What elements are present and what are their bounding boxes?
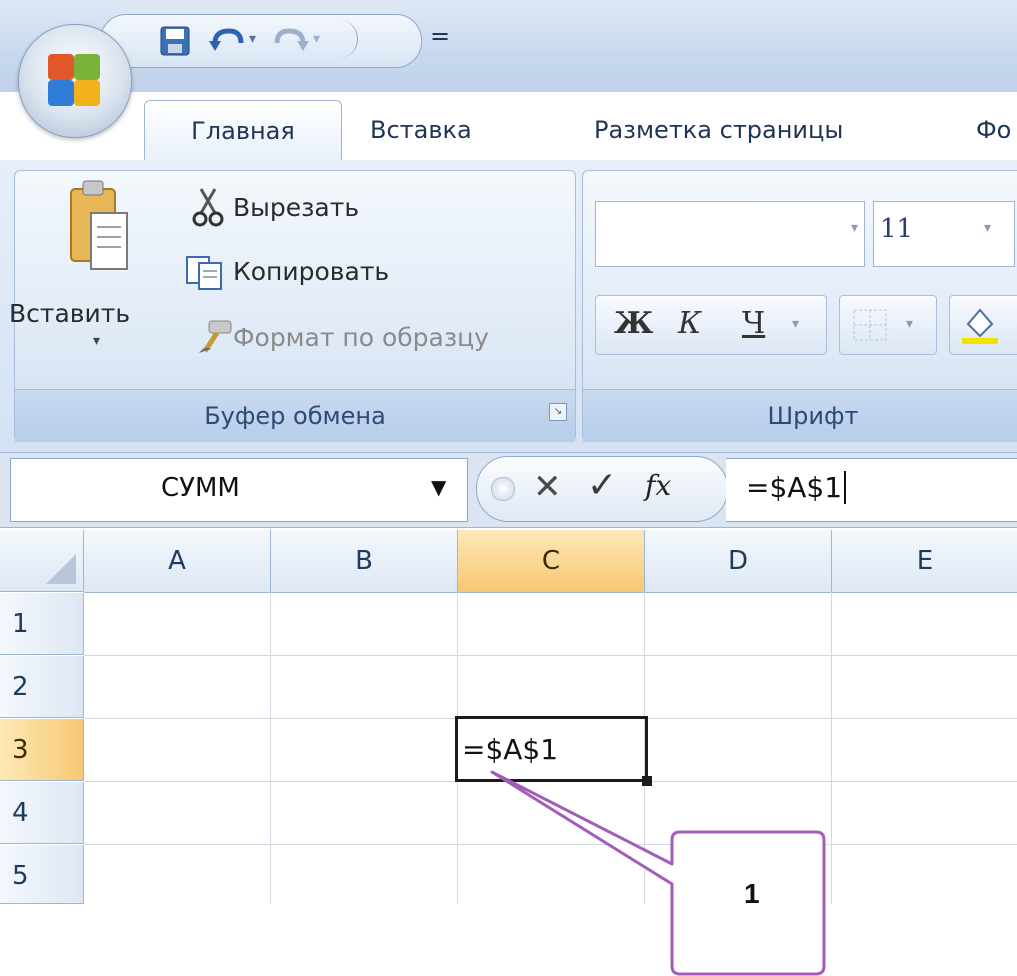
copy-icon: [186, 256, 222, 290]
column-header-a[interactable]: A: [84, 530, 271, 593]
font-size-combo[interactable]: 11 ▾: [873, 201, 1015, 267]
tab-page-layout-label: Разметка страницы: [594, 116, 844, 144]
row-header-5[interactable]: 5: [0, 845, 84, 904]
tab-page-layout[interactable]: Разметка страницы: [594, 100, 914, 160]
undo-dropdown-icon[interactable]: ▾: [249, 31, 256, 47]
cut-button[interactable]: Вырезать: [233, 193, 359, 222]
cancel-entry-icon[interactable]: ✕: [533, 467, 562, 507]
qat-customize-icon[interactable]: =: [430, 22, 450, 50]
underline-button[interactable]: Ч: [742, 306, 765, 341]
undo-icon[interactable]: [209, 25, 245, 57]
copy-button[interactable]: Копировать: [233, 257, 389, 286]
borders-button[interactable]: ▾: [839, 295, 937, 355]
column-header-b[interactable]: B: [271, 530, 458, 593]
name-box-value: СУММ: [161, 473, 240, 503]
office-logo-icon: [48, 54, 100, 106]
column-header-d[interactable]: D: [645, 530, 832, 593]
font-name-dropdown-icon[interactable]: ▾: [851, 220, 858, 236]
row-header-1[interactable]: 1: [0, 593, 84, 655]
name-box[interactable]: СУММ ▼: [10, 458, 468, 522]
formula-buttons: ✕ ✓ fx: [476, 456, 728, 522]
redo-dropdown-icon[interactable]: ▾: [313, 31, 320, 47]
callout-1: [490, 770, 826, 976]
select-all-corner[interactable]: [0, 530, 84, 592]
font-name-combo[interactable]: ▾: [595, 201, 865, 267]
borders-icon: [853, 309, 887, 341]
tab-insert-label: Вставка: [370, 116, 472, 144]
insert-function-icon[interactable]: fx: [645, 469, 671, 502]
tab-formulas[interactable]: Фо: [976, 100, 1017, 160]
formula-bar-handle-icon[interactable]: [491, 477, 515, 501]
row-header-4[interactable]: 4: [0, 782, 84, 844]
formula-input-value: =$A$1: [746, 471, 847, 504]
enter-entry-icon[interactable]: ✓: [587, 465, 617, 506]
font-style-strip: Ж К Ч ▾: [595, 295, 827, 355]
gridline: [270, 592, 271, 904]
select-all-icon: [46, 554, 76, 584]
row-header-2[interactable]: 2: [0, 656, 84, 718]
paste-button-label[interactable]: Вставить: [9, 299, 130, 328]
tab-home-label: Главная: [191, 117, 295, 145]
font-size-dropdown-icon[interactable]: ▾: [984, 220, 991, 236]
formula-input[interactable]: =$A$1: [726, 458, 1017, 522]
column-header-c[interactable]: C: [458, 530, 645, 593]
font-group: ▾ 11 ▾ Ж К Ч ▾ ▾ Шрифт: [582, 170, 1017, 442]
column-header-e[interactable]: E: [832, 530, 1017, 593]
borders-dropdown-icon[interactable]: ▾: [906, 316, 913, 332]
format-painter-button[interactable]: Формат по образцу: [233, 323, 489, 352]
font-size-value: 11: [880, 214, 914, 244]
font-group-label: Шрифт: [583, 389, 1017, 442]
dialog-launcher-icon[interactable]: ↘: [549, 403, 567, 421]
clipboard-group-label: Буфер обмена: [15, 389, 575, 442]
callout-number: 1: [744, 878, 760, 909]
bold-button[interactable]: Ж: [614, 306, 653, 341]
row-header-3[interactable]: 3: [0, 719, 84, 781]
cut-icon: [192, 188, 224, 227]
tab-formulas-label: Фо: [976, 116, 1012, 144]
name-box-dropdown-icon[interactable]: ▼: [431, 475, 446, 499]
paste-icon[interactable]: [67, 179, 131, 279]
redo-icon[interactable]: [273, 25, 309, 57]
quick-access-toolbar: ▾ ▾: [100, 14, 422, 68]
format-painter-icon: [199, 320, 232, 353]
fill-color-button[interactable]: [949, 295, 1017, 355]
fill-color-icon: [962, 308, 998, 344]
tab-home[interactable]: Главная: [144, 100, 342, 161]
qat-end-cap: [337, 19, 358, 59]
save-icon[interactable]: [159, 25, 191, 57]
italic-button[interactable]: К: [678, 306, 701, 341]
font-group-label-text: Шрифт: [767, 402, 859, 430]
clipboard-group: Вставить ▾ Вырезать Копировать Формат по…: [9, 170, 576, 442]
underline-dropdown-icon[interactable]: ▾: [792, 316, 799, 332]
tab-insert[interactable]: Вставка: [370, 100, 530, 160]
clipboard-group-label-text: Буфер обмена: [204, 402, 386, 430]
paste-dropdown-icon[interactable]: ▾: [93, 333, 100, 349]
gridline: [84, 655, 1017, 656]
